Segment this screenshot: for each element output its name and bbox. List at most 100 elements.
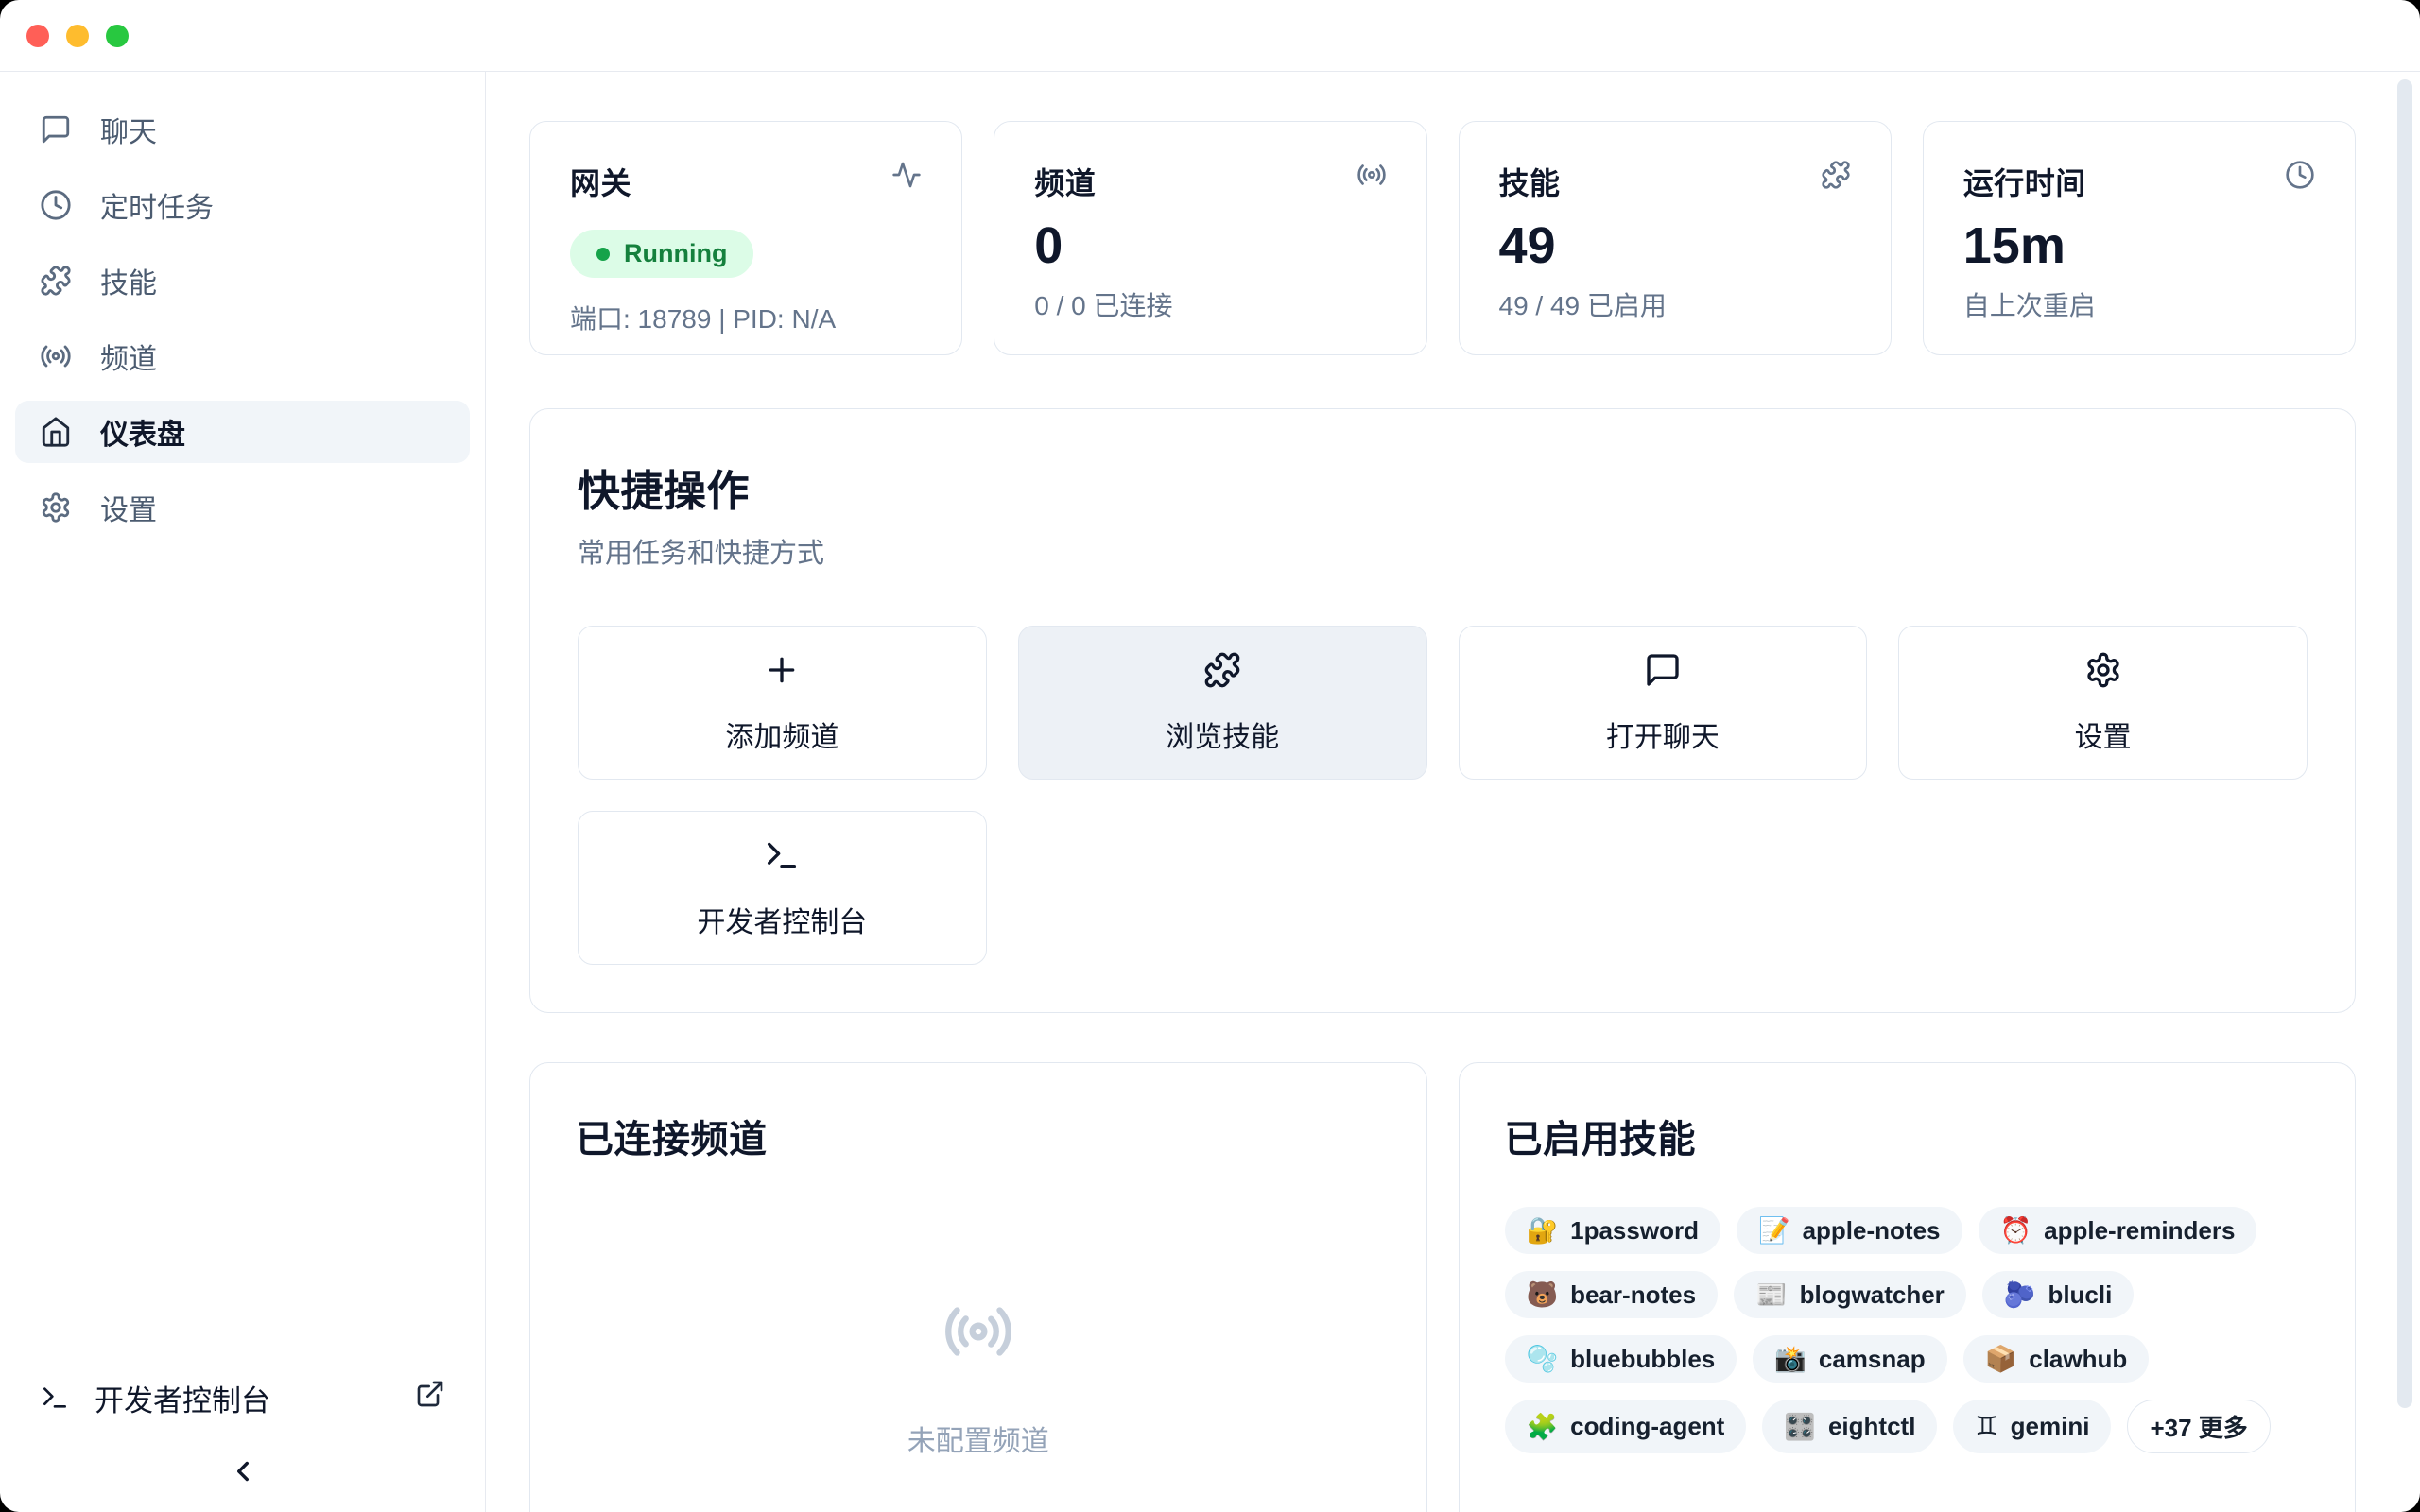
skill-name: gemini xyxy=(2011,1412,2090,1441)
sidebar-item-dashboard[interactable]: 仪表盘 xyxy=(15,401,470,463)
skill-emoji: 🧩 xyxy=(1527,1412,1559,1442)
sidebar-item-settings[interactable]: 设置 xyxy=(15,476,470,539)
skill-emoji: 🔐 xyxy=(1527,1215,1559,1246)
skill-chip: 📦clawhub xyxy=(1963,1335,2150,1383)
sidebar-item-label: 聊天 xyxy=(100,109,157,150)
skill-chip: 📰blogwatcher xyxy=(1734,1271,1966,1318)
stat-card-uptime: 运行时间 15m 自上次重启 xyxy=(1923,121,2356,355)
gear-icon xyxy=(40,491,72,524)
gear-icon xyxy=(2084,651,2122,689)
sidebar-item-label: 定时任务 xyxy=(100,184,214,226)
stat-card-channels: 频道 0 0 / 0 已连接 xyxy=(994,121,1426,355)
bottom-grid: 已连接频道 未配置频道 添加你的第一个频道 已启用技能 🔐 1password 📝… xyxy=(529,1062,2356,1512)
app-window: 聊天 定时任务 技能 频道 仪表盘 设置 xyxy=(0,0,2420,1512)
open-chat-button[interactable]: 打开聊天 xyxy=(1459,626,1868,780)
sidebar-item-label: 频道 xyxy=(100,335,157,377)
skill-chip: ♊ gemini xyxy=(1953,1400,2111,1453)
stat-title: 频道 xyxy=(1034,160,1096,203)
skill-name: bluebubbles xyxy=(1570,1345,1715,1374)
home-icon xyxy=(40,416,72,448)
quick-actions-grid: 添加频道 浏览技能 打开聊天 设置 xyxy=(578,626,2308,965)
stat-detail: 自上次重启 xyxy=(1963,285,2315,323)
terminal-icon xyxy=(40,1383,70,1413)
stat-title: 运行时间 xyxy=(1963,160,2086,203)
sidebar-item-skills[interactable]: 技能 xyxy=(15,249,470,312)
add-channel-button[interactable]: 添加频道 xyxy=(578,626,987,780)
status-dot xyxy=(596,248,610,261)
stat-value: 15m xyxy=(1963,218,2315,274)
action-label: 开发者控制台 xyxy=(697,899,867,940)
skill-chip: 📸camsnap xyxy=(1753,1335,1946,1383)
chat-icon xyxy=(1644,651,1682,689)
skill-emoji: 📰 xyxy=(1755,1280,1788,1310)
plus-icon xyxy=(763,651,801,689)
enabled-skills-title: 已启用技能 xyxy=(1505,1108,2310,1163)
activity-icon xyxy=(891,160,922,195)
skill-emoji: ♊ xyxy=(1975,1412,1997,1441)
main-content: 网关 Running 端口: 18789 | PID: N/A 频道 xyxy=(486,72,2420,1512)
quick-actions-subtitle: 常用任务和快捷方式 xyxy=(578,531,2308,571)
skill-emoji: 📦 xyxy=(1985,1344,2017,1374)
skill-emoji: ⏰ xyxy=(2000,1215,2032,1246)
sidebar-item-label: 技能 xyxy=(100,260,157,301)
skill-chip: 🫧 bluebubbles xyxy=(1505,1335,1737,1383)
skill-chip: 🎛️ eightctl xyxy=(1762,1400,1937,1453)
close-window-button[interactable] xyxy=(26,25,49,47)
sidebar-item-chat[interactable]: 聊天 xyxy=(15,98,470,161)
puzzle-icon xyxy=(1203,651,1241,689)
stat-title: 技能 xyxy=(1499,160,1561,203)
skill-chip: 📝apple-notes xyxy=(1737,1207,1962,1254)
skill-chip: 🐻bear-notes xyxy=(1505,1271,1719,1318)
stat-card-skills: 技能 49 49 / 49 已启用 xyxy=(1459,121,1892,355)
puzzle-icon xyxy=(40,265,72,297)
terminal-icon xyxy=(763,836,801,874)
skill-chip: ⏰ apple-reminders xyxy=(1979,1207,2257,1254)
sidebar-item-scheduled-tasks[interactable]: 定时任务 xyxy=(15,174,470,236)
chevron-left-icon xyxy=(227,1455,259,1487)
sidebar-item-channels[interactable]: 频道 xyxy=(15,325,470,387)
action-label: 添加频道 xyxy=(725,713,838,755)
scrollbar-thumb[interactable] xyxy=(2397,79,2412,1408)
stat-value: 49 xyxy=(1499,218,1851,274)
radio-icon xyxy=(1357,160,1387,195)
collapse-sidebar-button[interactable] xyxy=(15,1455,470,1487)
radio-icon xyxy=(40,340,72,372)
browse-skills-button[interactable]: 浏览技能 xyxy=(1018,626,1427,780)
skill-name: blucli xyxy=(2048,1280,2112,1310)
dev-console-button[interactable]: 开发者控制台 xyxy=(578,811,987,965)
puzzle-icon xyxy=(1821,160,1851,195)
chat-icon xyxy=(40,113,72,146)
sidebar: 聊天 定时任务 技能 频道 仪表盘 设置 xyxy=(0,72,486,1512)
skill-name: 1password xyxy=(1570,1216,1699,1246)
connected-channels-card: 已连接频道 未配置频道 添加你的第一个频道 xyxy=(529,1062,1427,1512)
skill-emoji: 🎛️ xyxy=(1784,1412,1816,1442)
more-skills-chip[interactable]: +37 更多 xyxy=(2127,1400,2270,1453)
connected-channels-title: 已连接频道 xyxy=(576,1108,1381,1163)
skill-name: eightctl xyxy=(1828,1412,1915,1441)
radio-icon xyxy=(942,1296,1014,1372)
skill-chip: 🧩coding-agent xyxy=(1505,1400,1747,1453)
skill-emoji: 🫐 xyxy=(2004,1280,2036,1310)
skill-emoji: 🫧 xyxy=(1527,1344,1559,1374)
quick-actions-title: 快捷操作 xyxy=(578,456,2308,518)
gateway-status-badge: Running xyxy=(570,230,753,278)
action-label: 浏览技能 xyxy=(1166,713,1279,755)
skill-name: apple-reminders xyxy=(2044,1216,2235,1246)
settings-button[interactable]: 设置 xyxy=(1898,626,2308,780)
dev-console-label: 开发者控制台 xyxy=(95,1377,270,1419)
stat-detail: 端口: 18789 | PID: N/A xyxy=(570,299,922,336)
dev-console-link[interactable]: 开发者控制台 xyxy=(15,1368,470,1427)
skill-emoji: 📸 xyxy=(1774,1344,1806,1374)
title-bar xyxy=(0,0,2420,72)
stat-detail: 0 / 0 已连接 xyxy=(1034,285,1386,323)
quick-actions-panel: 快捷操作 常用任务和快捷方式 添加频道 浏览技能 打开聊天 xyxy=(529,408,2356,1013)
stat-card-gateway: 网关 Running 端口: 18789 | PID: N/A xyxy=(529,121,962,355)
skill-name: bear-notes xyxy=(1570,1280,1696,1310)
action-label: 设置 xyxy=(2075,713,2132,755)
external-link-icon[interactable] xyxy=(415,1379,445,1417)
stat-detail: 49 / 49 已启用 xyxy=(1499,285,1851,323)
add-first-channel-link[interactable]: 添加你的第一个频道 xyxy=(851,1504,1106,1512)
minimize-window-button[interactable] xyxy=(66,25,89,47)
skill-name: apple-notes xyxy=(1803,1216,1941,1246)
zoom-window-button[interactable] xyxy=(106,25,129,47)
